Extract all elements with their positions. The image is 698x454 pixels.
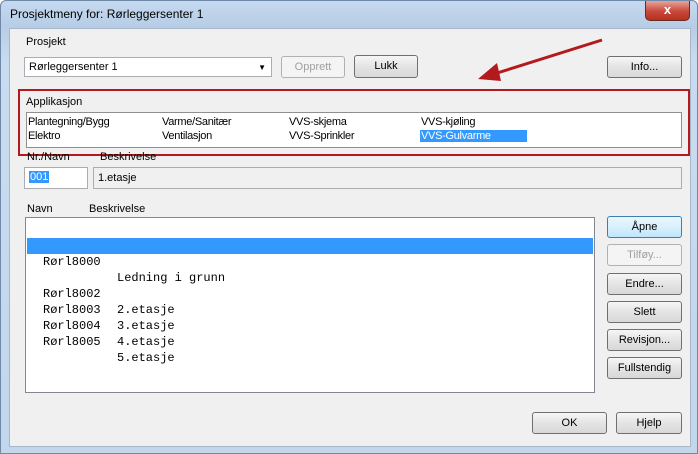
number-label: Nr./Navn bbox=[27, 151, 70, 163]
project-group-label: Prosjekt bbox=[26, 36, 66, 48]
annotation-highlight-box bbox=[18, 89, 690, 156]
info-button[interactable]: Info... bbox=[607, 56, 682, 78]
description-field-value: 1.etasje bbox=[98, 172, 137, 184]
list-header-name: Navn bbox=[27, 203, 53, 215]
list-item[interactable]: Rørl8000 Ledning i grunn bbox=[27, 222, 593, 285]
chevron-down-icon: ▼ bbox=[258, 63, 266, 72]
description-label: Beskrivelse bbox=[100, 151, 157, 163]
red-arrow-icon bbox=[478, 38, 603, 81]
row-description: 5.etasje bbox=[117, 351, 175, 365]
close-project-button[interactable]: Lukk bbox=[354, 55, 418, 78]
description-field[interactable]: 1.etasje bbox=[93, 167, 682, 189]
edit-button[interactable]: Endre... bbox=[607, 273, 682, 295]
add-button[interactable]: Tilføy... bbox=[607, 244, 682, 266]
revision-button[interactable]: Revisjon... bbox=[607, 329, 682, 351]
ok-button[interactable]: OK bbox=[532, 412, 607, 434]
help-button[interactable]: Hjelp bbox=[616, 412, 682, 434]
list-item[interactable]: Rørl8003 3.etasje bbox=[27, 270, 593, 333]
create-button[interactable]: Opprett bbox=[281, 56, 345, 78]
list-item[interactable]: Rørl8005 5.etasje bbox=[27, 302, 593, 365]
list-item[interactable]: Rørl8002 2.etasje bbox=[27, 254, 593, 317]
title-bar[interactable]: Prosjektmeny for: Rørleggersenter 1 x bbox=[1, 1, 697, 27]
row-description: 4.etasje bbox=[117, 335, 175, 349]
list-header-description: Beskrivelse bbox=[89, 203, 146, 215]
drawing-list[interactable]: Rørl8000 Ledning i grunn + Rørl8001 1.et… bbox=[25, 217, 595, 393]
project-select-value: Rørleggersenter 1 bbox=[29, 61, 118, 73]
list-item[interactable]: Rørl8004 4.etasje bbox=[27, 286, 593, 349]
project-select[interactable]: Rørleggersenter 1 ▼ bbox=[24, 57, 272, 77]
close-button[interactable]: x bbox=[645, 1, 690, 21]
list-item-selected[interactable]: + Rørl8001 1.etasje bbox=[27, 238, 593, 301]
row-name: Rørl8005 bbox=[43, 335, 101, 349]
number-field[interactable]: 001 bbox=[24, 167, 88, 189]
open-button[interactable]: Åpne bbox=[607, 216, 682, 238]
full-button[interactable]: Fullstendig bbox=[607, 357, 682, 379]
row-description: 3.etasje bbox=[117, 319, 175, 333]
window-title: Prosjektmeny for: Rørleggersenter 1 bbox=[10, 7, 204, 21]
number-field-value: 001 bbox=[29, 171, 50, 183]
delete-button[interactable]: Slett bbox=[607, 301, 682, 323]
